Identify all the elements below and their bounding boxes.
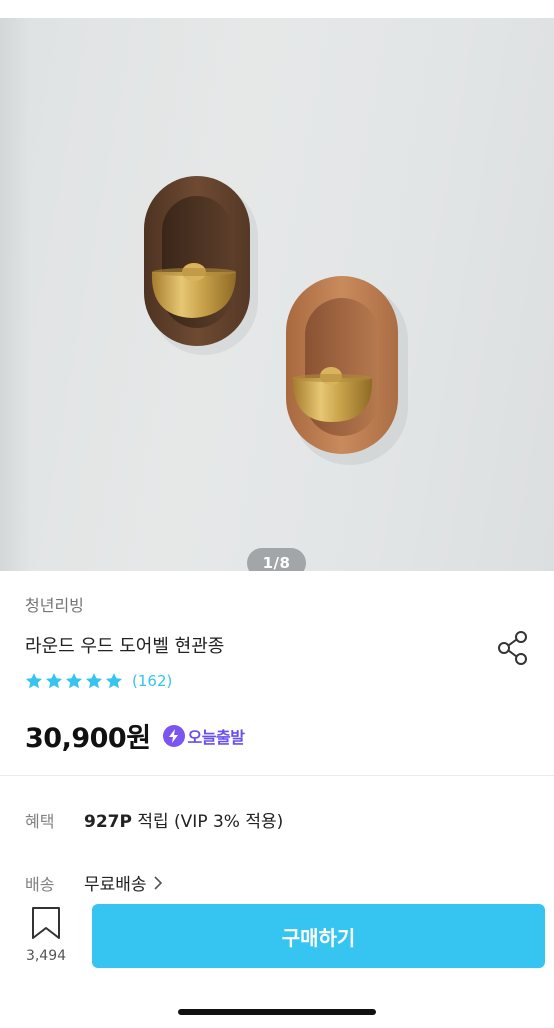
shipping-label: 배송 [25, 875, 55, 894]
star-icon [45, 673, 63, 689]
product-title: 라운드 우드 도어벨 현관종 [25, 636, 225, 657]
product-price: 30,900원 [25, 723, 151, 754]
benefit-value: 927P 적립 (VIP 3% 적용) [84, 807, 283, 832]
bookmark-count: 3,494 [25, 948, 67, 964]
today-delivery-badge: 오늘출발 [162, 724, 245, 748]
today-delivery-label: 오늘출발 [187, 727, 245, 747]
store-name[interactable]: 청년리빙 [25, 592, 84, 616]
bolt-icon [162, 724, 185, 747]
star-icon [105, 673, 123, 689]
share-icon [498, 631, 527, 665]
star-rating [25, 672, 123, 690]
home-indicator [178, 1009, 376, 1015]
benefit-text: 적립 (VIP 3% 적용) [131, 812, 284, 832]
section-divider [0, 775, 554, 776]
buy-button[interactable]: 구매하기 [92, 904, 545, 968]
shipping-value: 무료배송 [84, 875, 147, 895]
benefit-label: 혜택 [25, 812, 55, 831]
star-icon [25, 673, 43, 689]
review-count: (162) [132, 672, 173, 690]
product-rating[interactable]: (162) [25, 671, 172, 691]
product-image-gallery[interactable]: 1/8 [0, 18, 554, 571]
status-bar [0, 0, 554, 18]
star-icon [85, 673, 103, 689]
share-button[interactable] [493, 628, 533, 668]
chevron-right-icon [153, 875, 162, 890]
image-counter: 1/8 [247, 548, 306, 571]
doorbell-product-photo [144, 176, 408, 465]
star-icon [65, 673, 83, 689]
bookmark-icon [32, 907, 60, 939]
price-row: 30,900원 오늘출발 [25, 716, 245, 755]
shipping-info-link[interactable]: 무료배송 [84, 870, 163, 895]
benefit-points: 927P [84, 812, 132, 832]
bookmark-button[interactable]: 3,494 [14, 906, 78, 968]
